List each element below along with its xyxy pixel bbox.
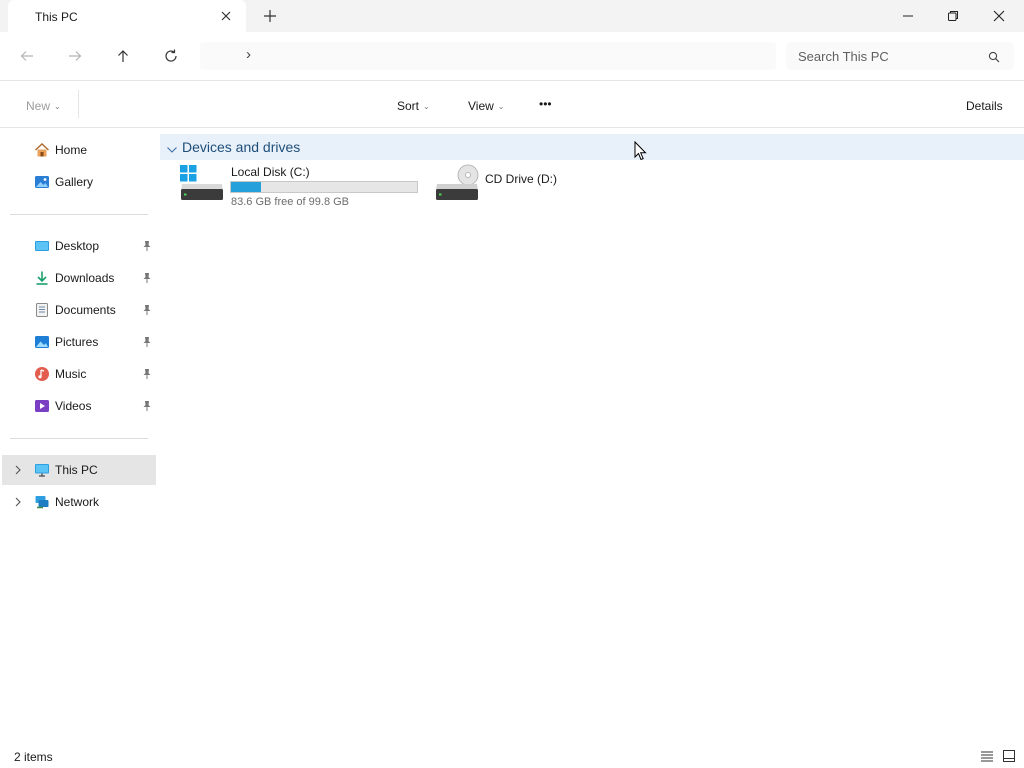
back-arrow-icon[interactable] — [16, 45, 38, 67]
details-view-icon[interactable] — [980, 749, 994, 768]
drive-free-space: 83.6 GB free of 99.8 GB — [231, 196, 350, 208]
sidebar-item-label: Gallery — [55, 175, 94, 189]
minimize-icon[interactable] — [885, 0, 931, 32]
desktop-icon — [34, 238, 50, 254]
up-arrow-icon[interactable] — [112, 45, 134, 67]
search-input[interactable]: Search This PC — [798, 49, 889, 64]
sort-button-label: Sort — [397, 99, 420, 113]
pin-icon[interactable] — [142, 271, 152, 283]
videos-icon — [34, 398, 50, 414]
pictures-icon — [34, 334, 50, 350]
more-options-icon[interactable]: ••• — [539, 97, 552, 111]
pin-icon[interactable] — [142, 335, 152, 347]
breadcrumb-separator-icon[interactable]: › — [246, 46, 251, 63]
sidebar-item-this-pc[interactable]: This PC — [2, 455, 156, 485]
pin-icon[interactable] — [142, 399, 152, 411]
command-bar — [0, 81, 1024, 128]
search-icon[interactable] — [988, 50, 1000, 68]
sidebar-item-label: Downloads — [55, 271, 115, 285]
disk-usage-fill — [231, 182, 262, 192]
sidebar-item-label: Pictures — [55, 335, 99, 349]
forward-arrow-icon[interactable] — [64, 45, 86, 67]
sidebar-item-label: Desktop — [55, 239, 100, 253]
command-divider — [78, 90, 79, 118]
drive-name-c: Local Disk (C:) — [231, 165, 310, 179]
tab-title: This PC — [35, 10, 78, 24]
sidebar-item-label: Music — [55, 367, 87, 381]
view-button[interactable]: View ⌄ — [468, 99, 505, 113]
pin-icon[interactable] — [142, 303, 152, 315]
sidebar-item-label: This PC — [55, 463, 98, 477]
chevron-right-icon[interactable] — [12, 463, 24, 475]
mouse-cursor-icon — [634, 140, 648, 166]
sidebar-item-network[interactable]: Network — [8, 487, 156, 517]
sidebar-item-pictures[interactable]: Pictures — [8, 327, 156, 357]
sidebar-item-videos[interactable]: Videos — [8, 391, 156, 421]
refresh-icon[interactable] — [160, 45, 182, 67]
sidebar-item-music[interactable]: Music — [8, 359, 156, 389]
download-icon — [34, 270, 50, 286]
sidebar-divider — [10, 438, 148, 439]
disk-usage-bar — [230, 181, 418, 193]
home-icon — [34, 142, 50, 158]
sidebar-item-label: Home — [55, 143, 88, 157]
chevron-down-icon[interactable] — [166, 142, 178, 160]
local-disk-icon — [179, 164, 225, 207]
sidebar-item-gallery[interactable]: Gallery — [8, 167, 156, 197]
sort-button[interactable]: Sort ⌄ — [397, 99, 430, 113]
status-item-count: 2 items — [14, 750, 53, 764]
sidebar-divider — [10, 214, 148, 215]
chevron-down-icon: ⌄ — [497, 102, 505, 111]
sidebar-item-documents[interactable]: Documents — [8, 295, 156, 325]
tiles-view-icon[interactable] — [1002, 749, 1016, 768]
group-title: Devices and drives — [182, 139, 301, 155]
cd-drive-icon — [434, 164, 480, 207]
sidebar-item-home[interactable]: Home — [8, 135, 156, 165]
drive-name-d: CD Drive (D:) — [485, 172, 557, 186]
new-tab-icon[interactable] — [262, 8, 278, 24]
sidebar-item-label: Documents — [55, 303, 116, 317]
chevron-down-icon: ⌄ — [423, 102, 430, 111]
gallery-icon — [34, 174, 50, 190]
address-bar[interactable]: › — [200, 42, 776, 70]
view-button-label: View — [468, 99, 494, 113]
group-header[interactable]: Devices and drives — [160, 134, 1024, 160]
new-button[interactable]: New ⌄ — [26, 99, 61, 113]
sidebar-item-desktop[interactable]: Desktop — [8, 231, 156, 261]
documents-icon — [34, 302, 50, 318]
close-tab-icon[interactable] — [218, 8, 234, 24]
sidebar-item-label: Videos — [55, 399, 92, 413]
network-icon — [34, 494, 50, 510]
details-button[interactable]: Details — [966, 99, 1003, 113]
pc-icon — [34, 462, 50, 478]
chevron-right-icon[interactable] — [12, 495, 24, 507]
music-icon — [34, 366, 50, 382]
new-button-label: New — [26, 99, 51, 113]
pin-icon[interactable] — [142, 367, 152, 379]
chevron-down-icon: ⌄ — [54, 102, 61, 111]
sidebar-item-label: Network — [55, 495, 100, 509]
close-window-icon[interactable] — [976, 0, 1022, 32]
pin-icon[interactable] — [142, 239, 152, 251]
search-box[interactable]: Search This PC — [786, 42, 1014, 70]
sidebar-item-downloads[interactable]: Downloads — [8, 263, 156, 293]
restore-icon[interactable] — [930, 0, 976, 32]
